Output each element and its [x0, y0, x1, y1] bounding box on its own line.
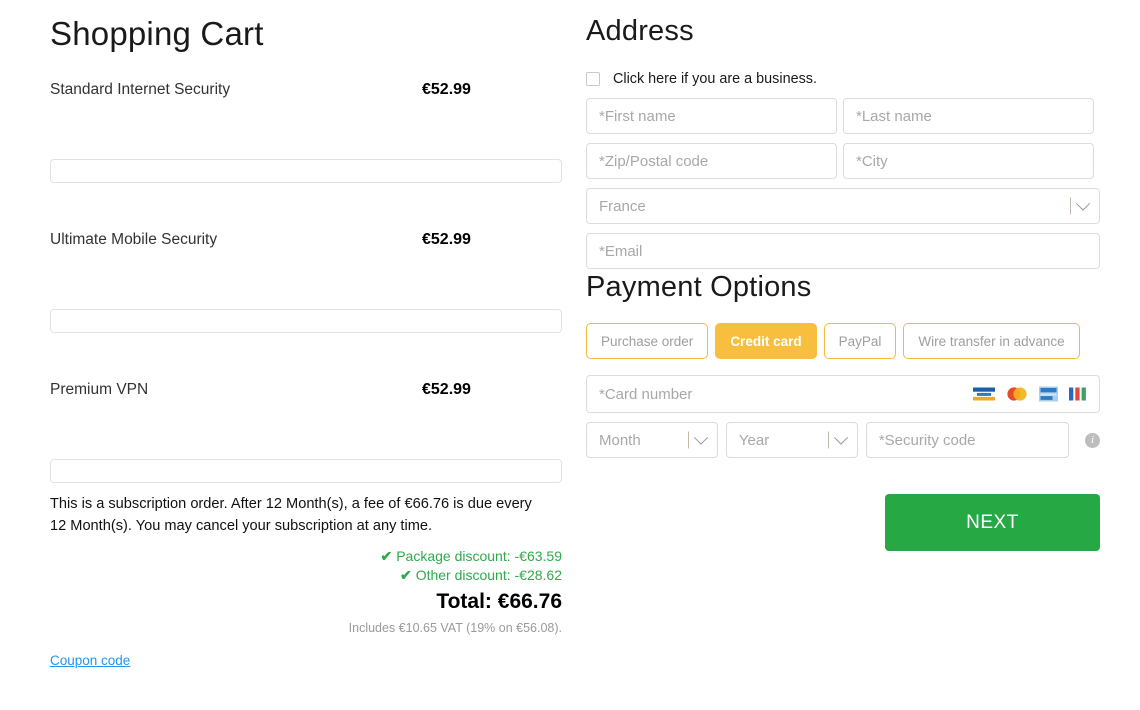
cart-item-row: Premium VPN €52.99: [50, 381, 562, 403]
business-checkbox[interactable]: [586, 72, 600, 86]
check-icon: ✔: [380, 548, 393, 564]
year-placeholder: Year: [738, 431, 770, 449]
cart-item-price: €52.99: [422, 81, 471, 98]
name-row: *First name *Last name: [586, 98, 1100, 134]
cart-item-price: €52.99: [422, 231, 471, 248]
cart-item-name: Premium VPN: [50, 381, 149, 398]
chevron-glyph: [833, 430, 848, 445]
cart-item-options-box[interactable]: [50, 459, 562, 483]
email-placeholder: *Email: [599, 242, 643, 260]
next-button[interactable]: NEXT: [885, 494, 1100, 551]
checkout-page: Shopping Cart Standard Internet Security…: [0, 0, 1140, 710]
zip-placeholder: *Zip/Postal code: [599, 152, 709, 170]
tab-credit-card[interactable]: Credit card: [715, 323, 817, 359]
tab-label: Wire transfer in advance: [918, 333, 1065, 349]
maestro-card-icon: [1039, 386, 1058, 402]
cart-item-list: Standard Internet Security €52.99 Ultima…: [50, 81, 562, 483]
package-discount-label: Package discount:: [396, 548, 511, 564]
email-row: *Email: [586, 233, 1100, 269]
visa-card-icon: [973, 387, 995, 401]
other-discount-label: Other discount:: [415, 567, 511, 583]
next-button-row: NEXT: [586, 494, 1100, 551]
expiry-month-select[interactable]: Month: [586, 422, 718, 458]
cart-item: Premium VPN €52.99: [50, 381, 562, 483]
tab-wire-transfer[interactable]: Wire transfer in advance: [903, 323, 1080, 359]
country-value: France: [599, 197, 646, 215]
jcb-card-icon: [1069, 387, 1086, 401]
first-name-placeholder: *First name: [599, 107, 676, 125]
business-checkbox-row[interactable]: Click here if you are a business.: [586, 69, 1100, 89]
cart-item-options-box[interactable]: [50, 159, 562, 183]
divider: [827, 431, 829, 449]
cart-item-row: Ultimate Mobile Security €52.99: [50, 231, 562, 253]
chevron-down-icon[interactable]: [827, 430, 848, 449]
cart-item: Standard Internet Security €52.99: [50, 81, 562, 183]
tab-purchase-order[interactable]: Purchase order: [586, 323, 709, 359]
tab-label: PayPal: [838, 333, 882, 349]
address-section-title: Address: [586, 15, 694, 47]
cart-item-options-box[interactable]: [50, 309, 562, 333]
security-code-placeholder: *Security code: [878, 431, 976, 449]
first-name-field[interactable]: *First name: [586, 98, 837, 134]
chevron-glyph: [1075, 196, 1091, 211]
city-field[interactable]: *City: [843, 143, 1094, 179]
shopping-cart-column: Shopping Cart Standard Internet Security…: [50, 0, 562, 670]
info-icon[interactable]: i: [1084, 432, 1100, 448]
chevron-down-icon[interactable]: [687, 430, 708, 449]
other-discount-amount: -€28.62: [514, 567, 562, 583]
vat-note: Includes €10.65 VAT (19% on €56.08).: [348, 621, 562, 635]
tab-paypal[interactable]: PayPal: [823, 323, 897, 359]
package-discount-amount: -€63.59: [514, 548, 562, 564]
subscription-note: This is a subscription order. After 12 M…: [50, 496, 532, 534]
month-placeholder: Month: [599, 431, 641, 449]
address-payment-column: Address Click here if you are a business…: [586, 0, 1100, 551]
mastercard-card-icon: [1007, 387, 1027, 401]
order-totals: ✔ Package discount: -€63.59 ✔ Other discou…: [50, 547, 562, 637]
total-label: Total:: [436, 590, 492, 613]
city-placeholder: *City: [856, 152, 888, 170]
accepted-card-brands: [973, 386, 1087, 402]
divider: [1070, 197, 1071, 215]
card-number-field[interactable]: *Card number: [586, 375, 1100, 413]
payment-method-tabs: Purchase order Credit card PayPal Wire t…: [586, 323, 1100, 359]
business-checkbox-label: Click here if you are a business.: [613, 71, 817, 87]
expiry-year-select[interactable]: Year: [725, 422, 858, 458]
total-value: €66.76: [497, 590, 562, 613]
check-icon: ✔: [399, 567, 412, 583]
cart-item-row: Standard Internet Security €52.99: [50, 81, 562, 103]
package-discount-line: ✔ Package discount: -€63.59: [50, 547, 562, 566]
card-number-placeholder: *Card number: [599, 385, 693, 403]
zip-postal-code-field[interactable]: *Zip/Postal code: [586, 143, 837, 179]
cart-item-name: Standard Internet Security: [50, 81, 231, 98]
coupon-code-link[interactable]: Coupon code: [50, 653, 130, 668]
security-code-field[interactable]: *Security code: [865, 422, 1069, 458]
email-field[interactable]: *Email: [586, 233, 1100, 269]
country-row: France: [586, 188, 1100, 224]
chevron-down-icon[interactable]: [1070, 196, 1091, 215]
tab-label: Purchase order: [601, 333, 694, 349]
cart-item-name: Ultimate Mobile Security: [50, 231, 218, 248]
order-total: Total: €66.76: [50, 589, 562, 615]
cart-item: Ultimate Mobile Security €52.99: [50, 231, 562, 333]
divider: [687, 431, 689, 449]
zip-city-row: *Zip/Postal code *City: [586, 143, 1100, 179]
other-discount-line: ✔ Other discount: -€28.62: [50, 566, 562, 585]
page-title: Shopping Cart: [50, 15, 264, 52]
last-name-placeholder: *Last name: [856, 107, 932, 125]
payment-section-title: Payment Options: [586, 271, 812, 303]
chevron-glyph: [693, 430, 708, 445]
tab-label: Credit card: [730, 333, 802, 349]
country-select[interactable]: France: [586, 188, 1100, 224]
last-name-field[interactable]: *Last name: [843, 98, 1094, 134]
cart-item-price: €52.99: [422, 381, 471, 398]
expiry-security-row: Month Year *Security code i: [586, 422, 1100, 458]
